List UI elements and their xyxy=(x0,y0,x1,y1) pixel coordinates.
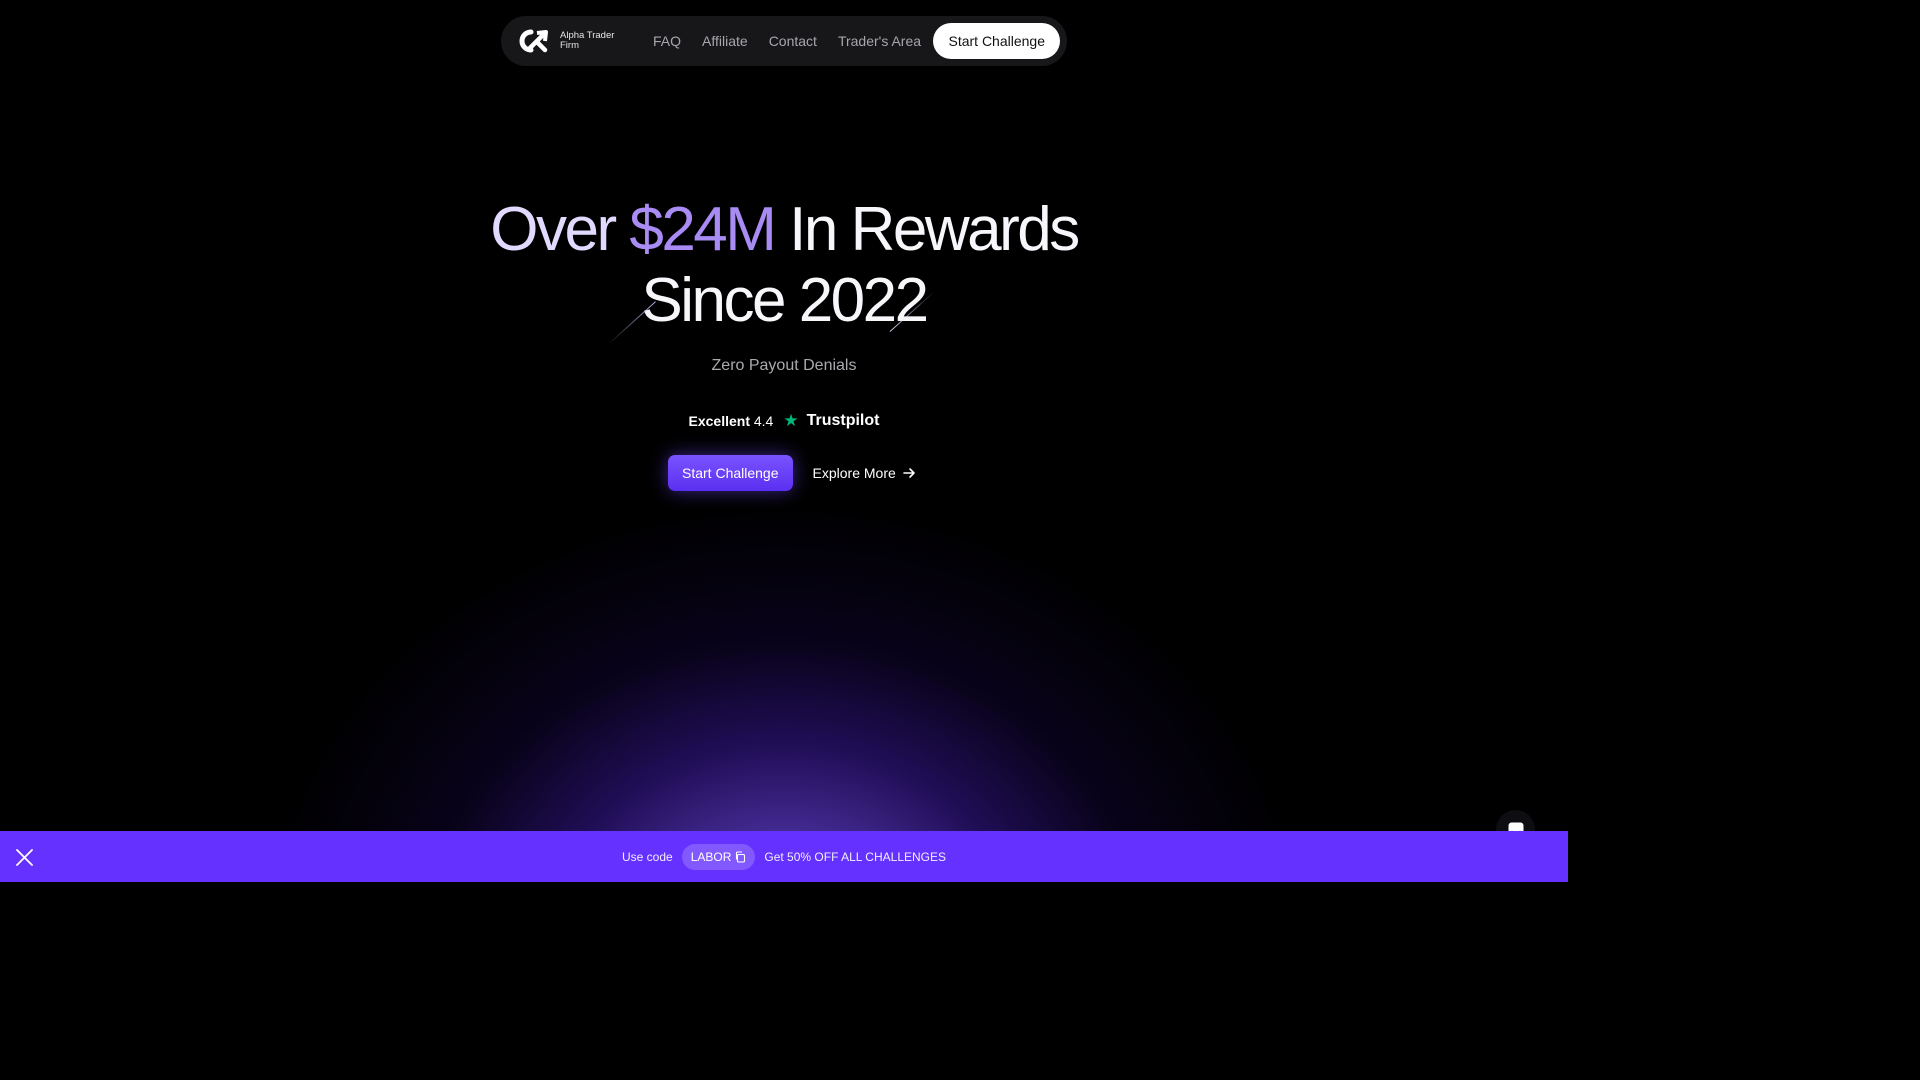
promo-content: Use code LABOR Get 50% OFF ALL CHALLENGE… xyxy=(0,831,1568,882)
promo-prefix: Use code xyxy=(621,849,673,864)
nav-link-traders-area[interactable]: Trader's Area xyxy=(838,33,921,49)
headline-amount: $24M xyxy=(629,195,777,264)
trustpilot-brand: Trustpilot xyxy=(806,412,880,429)
arrow-right-icon xyxy=(902,468,915,478)
promo-code-pill[interactable]: LABOR xyxy=(681,843,756,870)
headline-rest: In Rewards xyxy=(789,195,1080,264)
alpha-logo-icon[interactable] xyxy=(517,28,551,54)
trustpilot-rating[interactable]: Excellent 4.4 ★ Trustpilot xyxy=(0,411,1568,431)
headline-over: Over xyxy=(490,195,617,264)
nav-links: FAQ Affiliate Contact Trader's Area xyxy=(653,16,942,66)
landing-page: Alpha Trader Firm FAQ Affiliate Contact … xyxy=(0,0,1568,882)
nav-link-affiliate[interactable]: Affiliate xyxy=(702,33,748,49)
hero-start-challenge-button[interactable]: Start Challenge xyxy=(668,455,793,491)
nav-link-faq[interactable]: FAQ xyxy=(653,33,681,49)
promo-banner: Use code LABOR Get 50% OFF ALL CHALLENGE… xyxy=(0,831,1568,882)
promo-code: LABOR xyxy=(690,849,732,864)
explore-more-label: Explore More xyxy=(812,465,896,481)
trustpilot-star-icon: ★ xyxy=(783,411,799,430)
trust-label: Excellent xyxy=(688,413,750,429)
nav-start-challenge-button[interactable]: Start Challenge xyxy=(933,23,1060,59)
promo-offer: Get 50% OFF ALL CHALLENGES xyxy=(764,849,947,864)
explore-more-link[interactable]: Explore More xyxy=(813,465,916,481)
trust-rating: Excellent 4.4 xyxy=(689,413,774,429)
headline-line2: Since 2022 xyxy=(641,266,929,335)
hero-subtitle: Zero Payout Denials xyxy=(711,357,857,374)
trust-score: 4.4 xyxy=(753,413,774,429)
brand-name[interactable]: Alpha Trader Firm xyxy=(560,31,630,51)
copy-icon xyxy=(736,850,746,863)
nav-link-contact[interactable]: Contact xyxy=(769,33,817,49)
top-nav: Alpha Trader Firm FAQ Affiliate Contact … xyxy=(501,16,1067,66)
hero-cta-row: Start Challenge Explore More xyxy=(668,455,916,491)
hero-headline: Over $24M In Rewards Since 2022 xyxy=(0,194,1568,336)
